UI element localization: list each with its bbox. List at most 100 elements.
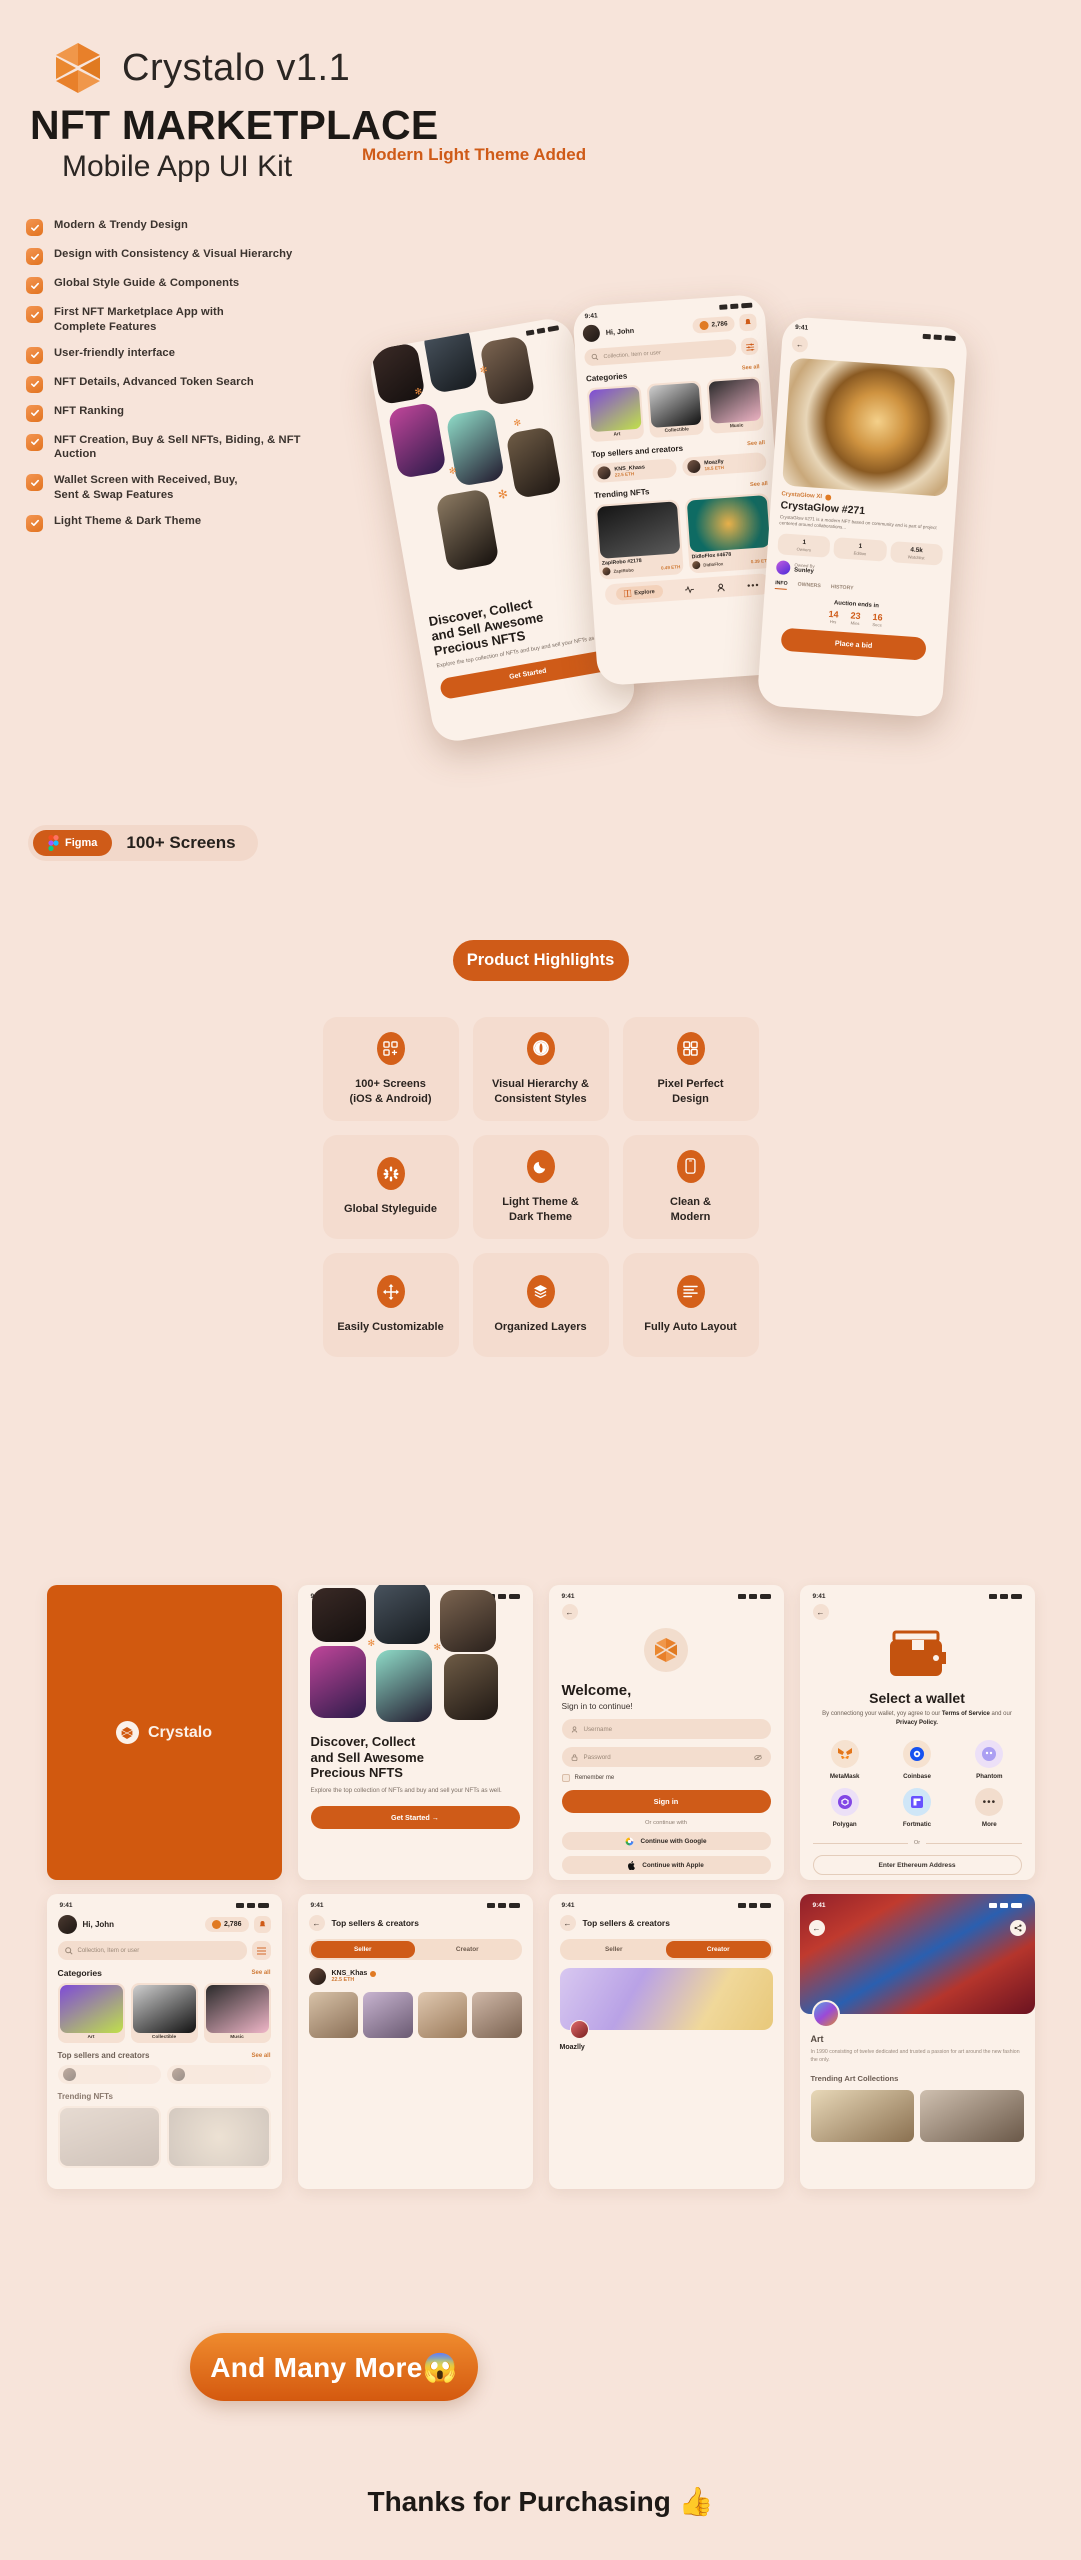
category-card[interactable]: Music (203, 1983, 271, 2043)
feature-label: NFT Creation, Buy & Sell NFTs, Biding, &… (54, 433, 301, 461)
eth-address-input[interactable]: Enter Ethereum Address (812, 1855, 1022, 1875)
coin-icon (699, 320, 709, 331)
privacy-link[interactable]: Privacy Policy. (896, 1720, 938, 1726)
search-icon (591, 353, 599, 361)
bell-icon[interactable] (738, 313, 758, 332)
status-time: 9:41 (794, 323, 809, 332)
category-card[interactable]: Art (586, 384, 645, 443)
tab-explore[interactable]: Explore (615, 584, 664, 601)
tab-history[interactable]: HISTORY (830, 584, 854, 595)
wallet-option-more[interactable]: ••• More (957, 1788, 1021, 1828)
tab-info[interactable]: INFO (774, 579, 788, 590)
filter-icon[interactable] (251, 1941, 271, 1960)
tab-creator[interactable]: Creator (666, 1941, 771, 1958)
share-icon[interactable] (1009, 1920, 1026, 1936)
thumbnail[interactable] (363, 1992, 413, 2038)
feature-item: Light Theme & Dark Theme (26, 514, 326, 532)
tab-seller[interactable]: Seller (310, 1941, 415, 1958)
category-image (132, 1985, 196, 2033)
wallet-option-coinbase[interactable]: Coinbase (885, 1740, 949, 1780)
profile-icon[interactable] (716, 583, 725, 592)
tab-creator[interactable]: Creator (415, 1941, 520, 1958)
section-title: Trending NFTs (593, 487, 650, 501)
status-bar: 9:41 (549, 1585, 784, 1602)
category-card[interactable]: Art (57, 1983, 125, 2043)
section-title: Categories (57, 1968, 102, 1978)
more-icon[interactable]: ••• (747, 579, 760, 590)
remember-me-row[interactable]: Remember me (561, 1774, 771, 1782)
screen-signin: 9:41 ← Welcome, Sign in to continue! Use… (548, 1585, 784, 1880)
check-icon (26, 514, 43, 532)
owner-name: Sunley (793, 567, 814, 576)
category-card[interactable]: Music (706, 376, 765, 434)
remember-me-checkbox[interactable] (561, 1774, 570, 1782)
category-card[interactable]: Collectible (130, 1983, 198, 2043)
wallet-option-polygon[interactable]: Polygan (813, 1788, 877, 1828)
see-all-link[interactable]: See all (742, 364, 760, 371)
signin-button[interactable]: Sign in (561, 1790, 771, 1813)
category-list: Art Collectible Music (586, 376, 765, 443)
nft-card[interactable] (167, 2106, 271, 2168)
search-input[interactable]: Collection, Item or user (57, 1941, 247, 1960)
tab-seller[interactable]: Seller (562, 1941, 667, 1958)
feature-label: Design with Consistency & Visual Hierarc… (54, 248, 293, 260)
seller-card[interactable] (167, 2065, 271, 2084)
password-placeholder: Password (583, 1753, 611, 1761)
eye-off-icon[interactable] (753, 1754, 762, 1761)
back-button[interactable]: ← (812, 1604, 829, 1620)
thumbnail[interactable] (417, 1992, 467, 2038)
back-button[interactable]: ← (791, 335, 809, 353)
highlight-label: Clean & Modern (670, 1195, 711, 1223)
avatar[interactable] (57, 1915, 77, 1934)
tab-owners[interactable]: OWNERS (797, 581, 821, 592)
avatar[interactable] (582, 324, 601, 343)
back-button[interactable]: ← (808, 1920, 825, 1936)
highlight-card: Organized Layers (472, 1253, 609, 1357)
apple-icon (628, 1860, 636, 1870)
art-card[interactable] (920, 2089, 1024, 2142)
wallet-option-metamask[interactable]: MetaMask (813, 1740, 877, 1780)
nft-card[interactable] (57, 2106, 161, 2168)
nft-card[interactable]: ZapiRobo #2178 ZapiRobo 0.49 ETH (594, 499, 684, 580)
see-all-link[interactable]: See all (251, 2053, 270, 2059)
search-input[interactable]: Collection, Item or user (583, 338, 737, 367)
back-button[interactable]: ← (308, 1915, 325, 1931)
seller-card[interactable]: Moazlly 18.5 ETH (681, 452, 767, 477)
bell-icon[interactable] (253, 1916, 271, 1933)
highlight-card: Light Theme & Dark Theme (472, 1135, 609, 1239)
page-title: Top sellers & creators (582, 1918, 670, 1928)
thumbnail[interactable] (308, 1992, 358, 2038)
back-button[interactable]: ← (559, 1915, 576, 1931)
password-field[interactable]: Password (561, 1747, 771, 1767)
place-bid-button[interactable]: Place a bid (780, 627, 927, 661)
category-card[interactable]: Collectible (646, 380, 705, 439)
category-label: Collectible (151, 2035, 177, 2040)
seller-card[interactable] (57, 2065, 161, 2084)
terms-link[interactable]: Terms of Service (942, 1711, 990, 1717)
category-list: Art Collectible Music (57, 1983, 271, 2043)
art-card[interactable] (810, 2089, 914, 2142)
seller-card[interactable]: KNS_Khass 22.5 ETH (591, 458, 678, 484)
activity-icon[interactable] (685, 585, 695, 594)
screen-top-creators: 9:41 ← Top sellers & creators Seller Cre… (548, 1894, 784, 2189)
wallet-option-fortmatic[interactable]: Fortmatic (885, 1788, 949, 1828)
highlight-card: Easily Customizable (322, 1253, 459, 1357)
filter-icon[interactable] (740, 337, 759, 356)
creator-banner[interactable] (559, 1968, 773, 2039)
thumbnail[interactable] (472, 1992, 522, 2038)
username-field[interactable]: Username (561, 1719, 771, 1739)
nft-card[interactable]: DidloFlox #4678 DidloFlox 0.39 ETH (684, 492, 774, 574)
see-all-link[interactable]: See all (750, 480, 768, 487)
apple-signin-button[interactable]: Continue with Apple (561, 1856, 771, 1874)
back-button[interactable]: ← (561, 1604, 578, 1620)
google-signin-button[interactable]: Continue with Google (561, 1832, 771, 1850)
see-all-link[interactable]: See all (747, 440, 765, 447)
get-started-button[interactable]: Get Started → (310, 1805, 520, 1829)
seller-avatar (597, 465, 612, 480)
see-all-link[interactable]: See all (251, 1970, 270, 1976)
legal-mid: and our (989, 1711, 1012, 1717)
signin-sub: Sign in to continue! (561, 1701, 633, 1711)
tab-label: Explore (634, 588, 656, 596)
wallet-option-phantom[interactable]: Phantom (957, 1740, 1021, 1780)
or-divider: Or (812, 1840, 1022, 1846)
